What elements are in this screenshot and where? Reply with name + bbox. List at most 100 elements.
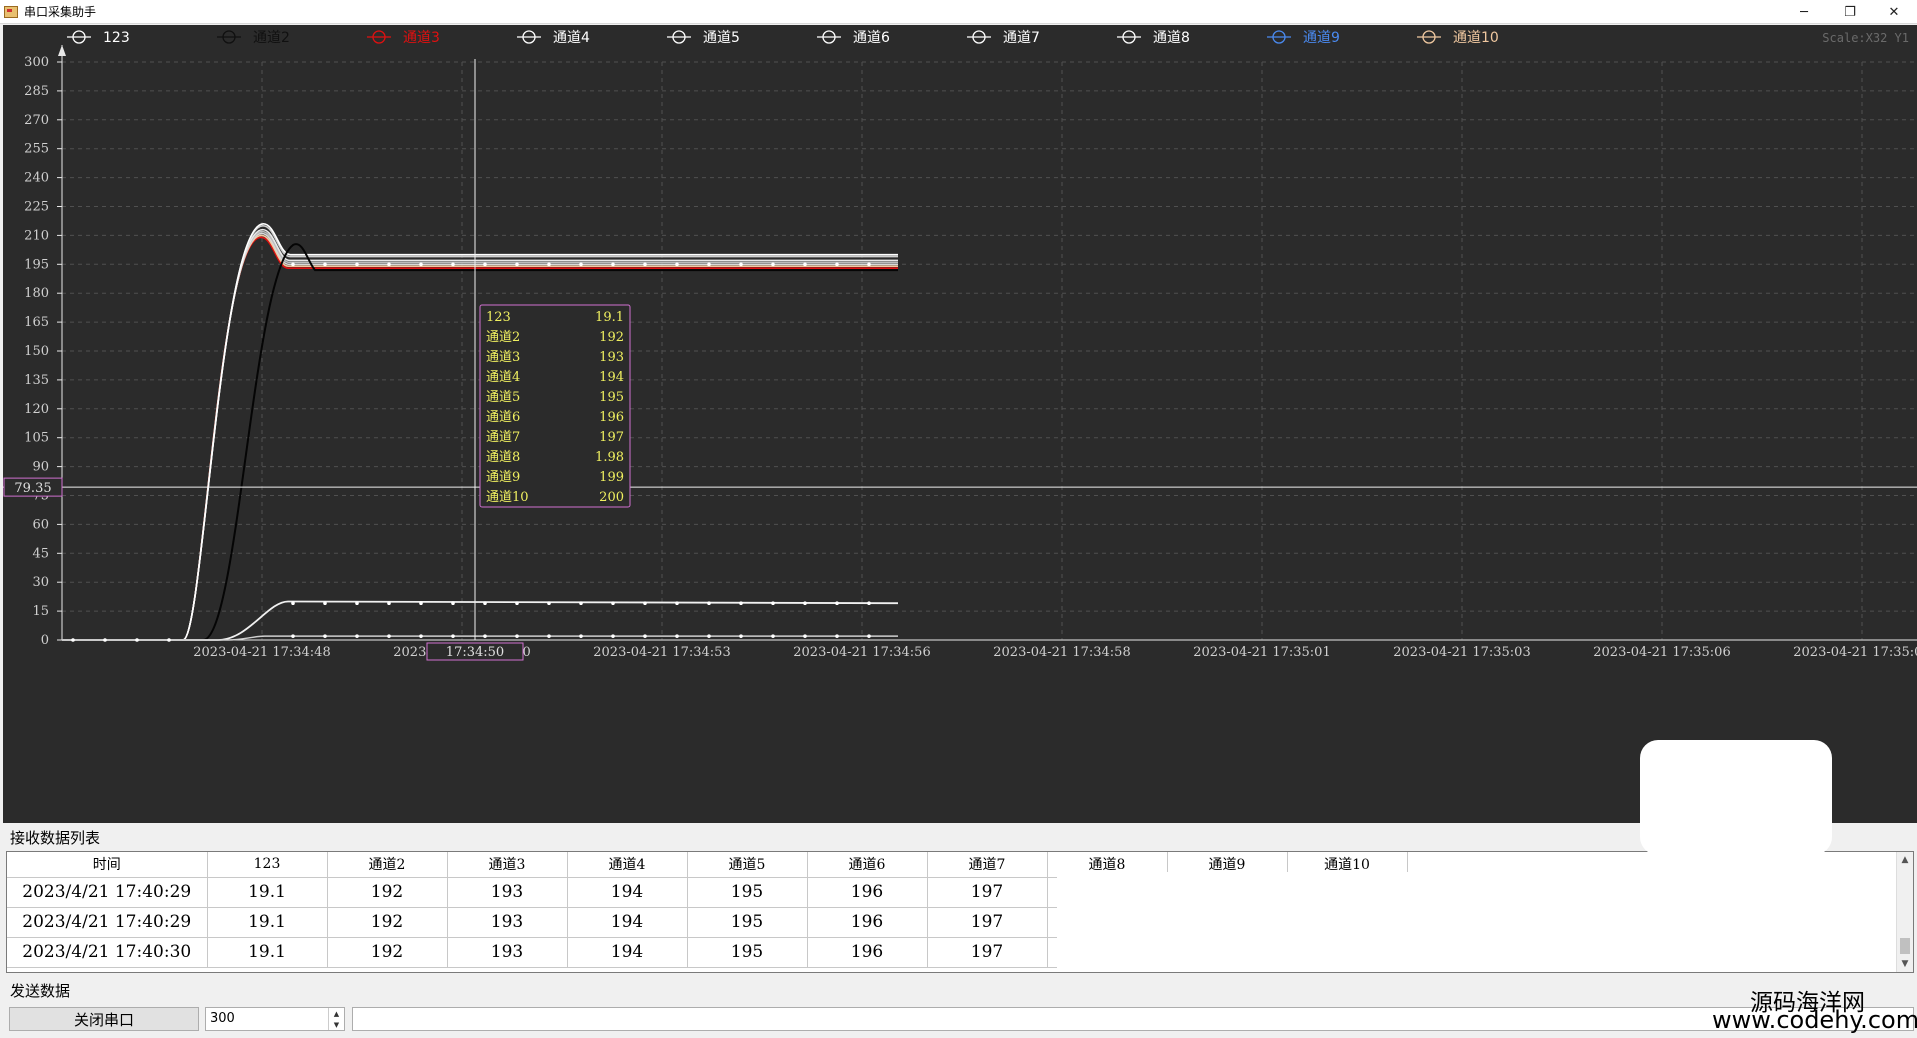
data-point-marker [71, 638, 75, 642]
y-axis-arrow-icon [58, 45, 66, 56]
table-cell[interactable]: 197 [927, 907, 1048, 938]
stepper-up-icon[interactable]: ▲ [329, 1008, 344, 1019]
data-point-marker [387, 262, 391, 267]
received-data-grid[interactable]: 时间 123 通道2 通道3 通道4 通道5 通道6 通道7 通道8 通道9 通道10 2023/4… [6, 851, 1914, 973]
data-point-marker [739, 601, 743, 606]
legend-label: 123 [103, 30, 130, 46]
table-cell[interactable]: 19.1 [207, 937, 328, 968]
tooltip-series-name: 通道6 [486, 410, 520, 425]
data-point-marker [387, 634, 391, 638]
data-point-marker [835, 262, 839, 267]
y-tick-label: 270 [24, 113, 49, 128]
minimize-button[interactable]: ─ [1781, 0, 1827, 24]
data-point-marker [323, 262, 327, 267]
column-header[interactable]: 通道5 [687, 852, 808, 878]
y-tick-label: 15 [32, 604, 49, 619]
table-cell[interactable]: 194 [567, 907, 688, 938]
send-input[interactable] [352, 1007, 1914, 1031]
table-cell[interactable]: 193 [447, 907, 568, 938]
scroll-up-icon[interactable]: ▲ [1897, 852, 1913, 868]
column-header[interactable]: 时间 [7, 852, 208, 878]
table-cell[interactable]: 192 [327, 907, 448, 938]
data-point-marker [867, 634, 871, 638]
column-header[interactable]: 通道4 [567, 852, 688, 878]
close-button[interactable]: ✕ [1871, 0, 1917, 24]
data-point-marker [803, 262, 807, 267]
tooltip-series-name: 123 [486, 310, 511, 325]
data-point-marker [579, 634, 583, 638]
data-point-marker [451, 262, 455, 267]
data-point-marker [739, 634, 743, 638]
table-cell[interactable]: 192 [327, 877, 448, 908]
legend-label: 通道8 [1153, 30, 1190, 46]
table-cell[interactable]: 193 [447, 937, 568, 968]
data-point-marker [579, 262, 583, 267]
column-header[interactable]: 通道3 [447, 852, 568, 878]
close-port-button[interactable]: 关闭串口 [9, 1007, 199, 1031]
stepper-down-icon[interactable]: ▼ [329, 1019, 344, 1030]
data-point-marker [419, 262, 423, 267]
tooltip-series-value: 193 [599, 350, 624, 365]
table-scrollbar[interactable]: ▲ ▼ [1896, 852, 1913, 972]
column-header[interactable]: 通道2 [327, 852, 448, 878]
table-cell[interactable]: 194 [567, 937, 688, 968]
column-header[interactable]: 123 [207, 852, 328, 878]
tooltip-series-value: 19.1 [595, 310, 624, 325]
data-point-marker [291, 601, 295, 606]
table-cell[interactable]: 19.1 [207, 877, 328, 908]
table-cell[interactable]: 196 [807, 877, 928, 908]
table-cell[interactable]: 197 [927, 937, 1048, 968]
window-title: 串口采集助手 [24, 5, 97, 19]
y-tick-label: 150 [24, 344, 49, 359]
table-cell[interactable]: 2023/4/21 17:40:29 [7, 877, 208, 908]
data-point-marker [547, 601, 551, 606]
tooltip-series-value: 196 [599, 410, 624, 425]
table-cell[interactable]: 196 [807, 907, 928, 938]
data-point-marker [835, 634, 839, 638]
tooltip-series-value: 200 [599, 490, 624, 505]
interval-value[interactable]: 300 [210, 1011, 235, 1026]
data-point-marker [355, 634, 359, 638]
table-cell[interactable]: 193 [447, 877, 568, 908]
column-header[interactable]: 通道6 [807, 852, 928, 878]
data-point-marker [771, 601, 775, 606]
y-tick-label: 135 [24, 373, 49, 388]
table-cell[interactable]: 197 [927, 877, 1048, 908]
table-cell[interactable]: 2023/4/21 17:40:29 [7, 907, 208, 938]
data-point-marker [515, 262, 519, 267]
received-data-label: 接收数据列表 [10, 829, 101, 847]
realtime-chart[interactable]: 3002852702552402252101951801651501351201… [3, 25, 1917, 823]
table-cell[interactable]: 196 [807, 937, 928, 968]
table-cell[interactable]: 19.1 [207, 907, 328, 938]
interval-stepper[interactable]: 300 ▲ ▼ [205, 1007, 345, 1031]
scroll-down-icon[interactable]: ▼ [1897, 956, 1913, 972]
y-tick-label: 105 [24, 431, 49, 446]
data-point-marker [451, 634, 455, 638]
data-point-marker [483, 601, 487, 606]
tooltip-series-value: 195 [599, 390, 624, 405]
data-point-marker [675, 634, 679, 638]
table-cell[interactable]: 194 [567, 877, 688, 908]
legend-label: 通道6 [853, 30, 890, 46]
table-cell[interactable]: 195 [687, 877, 808, 908]
table-cell[interactable]: 195 [687, 907, 808, 938]
scroll-thumb[interactable] [1900, 938, 1910, 954]
app-icon [4, 5, 18, 18]
data-point-marker [803, 634, 807, 638]
restore-button[interactable]: ❐ [1827, 0, 1873, 24]
data-point-marker [611, 601, 615, 606]
tooltip-series-value: 1.98 [595, 450, 624, 465]
y-tick-label: 45 [32, 546, 49, 561]
y-tick-label: 300 [24, 55, 49, 70]
data-point-marker [835, 601, 839, 606]
table-cell[interactable]: 192 [327, 937, 448, 968]
legend-label: 通道9 [1303, 30, 1340, 46]
chart-panel[interactable]: 300 285 270 255 240 225 210 195 180 165 150 135 120 1… [3, 25, 1917, 823]
data-point-marker [643, 634, 647, 638]
table-cell[interactable]: 2023/4/21 17:40:30 [7, 937, 208, 968]
data-point-marker [291, 634, 295, 638]
y-tick-label: 240 [24, 171, 49, 186]
legend-label: 通道4 [553, 30, 590, 46]
table-cell[interactable]: 195 [687, 937, 808, 968]
column-header[interactable]: 通道7 [927, 852, 1048, 878]
